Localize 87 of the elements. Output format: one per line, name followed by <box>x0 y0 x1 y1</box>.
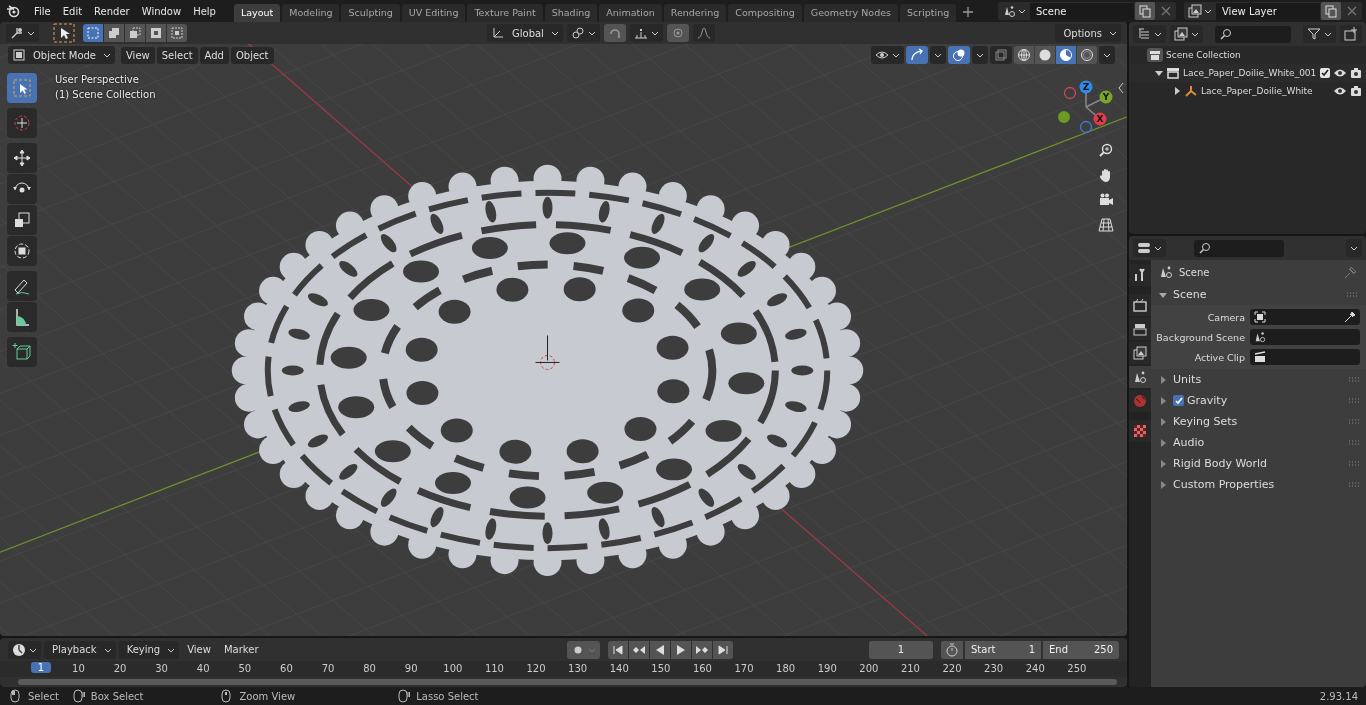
menu-item[interactable]: File <box>28 5 57 17</box>
subpanel-title: Units <box>1173 373 1203 386</box>
field-label: Camera <box>1206 311 1245 323</box>
subpanel-header[interactable]: Rigid Body World <box>1151 453 1366 474</box>
frame-number: 110 <box>484 663 504 674</box>
frame-number: 160 <box>692 663 712 674</box>
frame-number: 140 <box>609 663 629 674</box>
status-hint: Box Select <box>90 690 144 702</box>
frame-number: 250 <box>1067 663 1087 674</box>
workspace-tab[interactable]: Geometry Nodes <box>803 4 898 22</box>
panel-title: Scene <box>1173 288 1208 301</box>
outliner-item-name: Scene Collection <box>1166 50 1242 60</box>
view-layer-name-field[interactable]: View Layer <box>1216 2 1320 20</box>
end-frame-field[interactable]: End 250 <box>1043 640 1119 659</box>
playhead-marker[interactable]: 1 <box>31 662 51 673</box>
frame-number: 210 <box>900 663 920 674</box>
menu-item[interactable]: View <box>121 46 155 64</box>
3d-viewport[interactable]: Global Options Object Mode View Select Add Object User Perspective (1) Scene Collection Z Y X <box>0 22 1127 636</box>
menu-item[interactable]: Marker <box>218 641 264 658</box>
frame-number: 30 <box>155 663 168 674</box>
menu-item[interactable]: Edit <box>56 5 89 17</box>
mode-dropdown[interactable]: Object Mode <box>8 46 115 64</box>
subpanel-title: Rigid Body World <box>1173 457 1268 470</box>
frame-number: 130 <box>568 663 588 674</box>
status-hint: Select <box>28 690 59 702</box>
frame-number: 240 <box>1025 663 1045 674</box>
frame-number: 170 <box>734 663 754 674</box>
frame-number: 180 <box>776 663 796 674</box>
menu-item[interactable]: Select <box>156 46 198 64</box>
workspace-tab[interactable]: Compositing <box>728 4 802 22</box>
frame-number: 230 <box>984 663 1004 674</box>
subpanel-header[interactable]: Keying Sets <box>1151 411 1366 432</box>
scene-name-field[interactable]: Scene <box>1030 2 1134 20</box>
field-label: Active Clip <box>1193 351 1245 363</box>
frame-number: 60 <box>280 663 293 674</box>
workspace-tab[interactable]: Scripting <box>899 4 957 22</box>
workspace-tab[interactable]: Shading <box>544 4 598 22</box>
frame-number: 80 <box>363 663 376 674</box>
subpanel-header[interactable]: Audio <box>1151 432 1366 453</box>
version-text: 2.93.14 <box>1319 690 1358 702</box>
menu-item[interactable]: Render <box>88 5 136 17</box>
menu-dropdown[interactable]: Playback <box>44 640 116 659</box>
workspace-tab[interactable]: Animation <box>599 4 662 22</box>
outliner-item-name: Lace_Paper_Doilie_White <box>1201 86 1314 96</box>
subpanel-header[interactable]: Gravity <box>1151 390 1366 411</box>
subpanel-title: Audio <box>1173 436 1206 449</box>
menu-item[interactable]: View <box>182 641 216 658</box>
menu-dropdown[interactable]: Keying <box>118 640 180 659</box>
start-frame-field[interactable]: Start 1 <box>965 640 1041 659</box>
frame-number: 50 <box>238 663 252 674</box>
frame-number: 20 <box>113 663 127 674</box>
frame-number: 120 <box>526 663 546 674</box>
workspace-tab[interactable]: Texture Paint <box>467 4 543 22</box>
subpanel-title: Custom Properties <box>1173 478 1276 491</box>
workspace-tab[interactable]: Modeling <box>282 4 340 22</box>
frame-number: 220 <box>942 663 962 674</box>
axis-gizmo-drawing[interactable]: Z Y X <box>1058 80 1113 134</box>
viewport-info-text: (1) Scene Collection <box>55 89 156 100</box>
frame-number: 90 <box>404 663 418 674</box>
options-dropdown[interactable]: Options <box>1055 24 1121 42</box>
menu-item[interactable]: Add <box>199 46 229 64</box>
status-hint: Lasso Select <box>416 690 479 702</box>
context-title: Scene <box>1179 266 1211 278</box>
frame-number: 100 <box>443 663 463 674</box>
subpanel-title: Gravity <box>1187 394 1229 407</box>
frame-number: 70 <box>321 663 335 674</box>
subpanel-header[interactable]: Custom Properties <box>1151 474 1366 495</box>
outliner-item-name: Lace_Paper_Doilie_White_001 <box>1183 68 1317 78</box>
frame-number: 190 <box>817 663 837 674</box>
workspace-tab[interactable]: UV Editing <box>401 4 466 22</box>
menu-item[interactable]: Object <box>230 46 274 64</box>
workspace-tab[interactable]: Layout <box>233 4 281 22</box>
field-label: Background Scene <box>1155 331 1245 343</box>
menu-item[interactable]: Help <box>187 5 222 17</box>
workspace-tab[interactable]: Sculpting <box>341 4 400 22</box>
orientation-dropdown[interactable]: Global <box>487 24 563 42</box>
menu-item[interactable]: Window <box>135 5 188 17</box>
frame-number: 150 <box>651 663 671 674</box>
frame-number: 200 <box>859 663 879 674</box>
current-frame-field[interactable]: 1 <box>869 640 933 659</box>
viewport-info-text: User Perspective <box>55 74 140 85</box>
status-hint: Zoom View <box>239 690 296 702</box>
frame-number: 10 <box>72 663 85 674</box>
subpanel-header[interactable]: Units <box>1151 369 1366 390</box>
workspace-tab[interactable]: Rendering <box>663 4 727 22</box>
frame-number: 40 <box>196 663 210 674</box>
subpanel-title: Keying Sets <box>1173 415 1239 428</box>
